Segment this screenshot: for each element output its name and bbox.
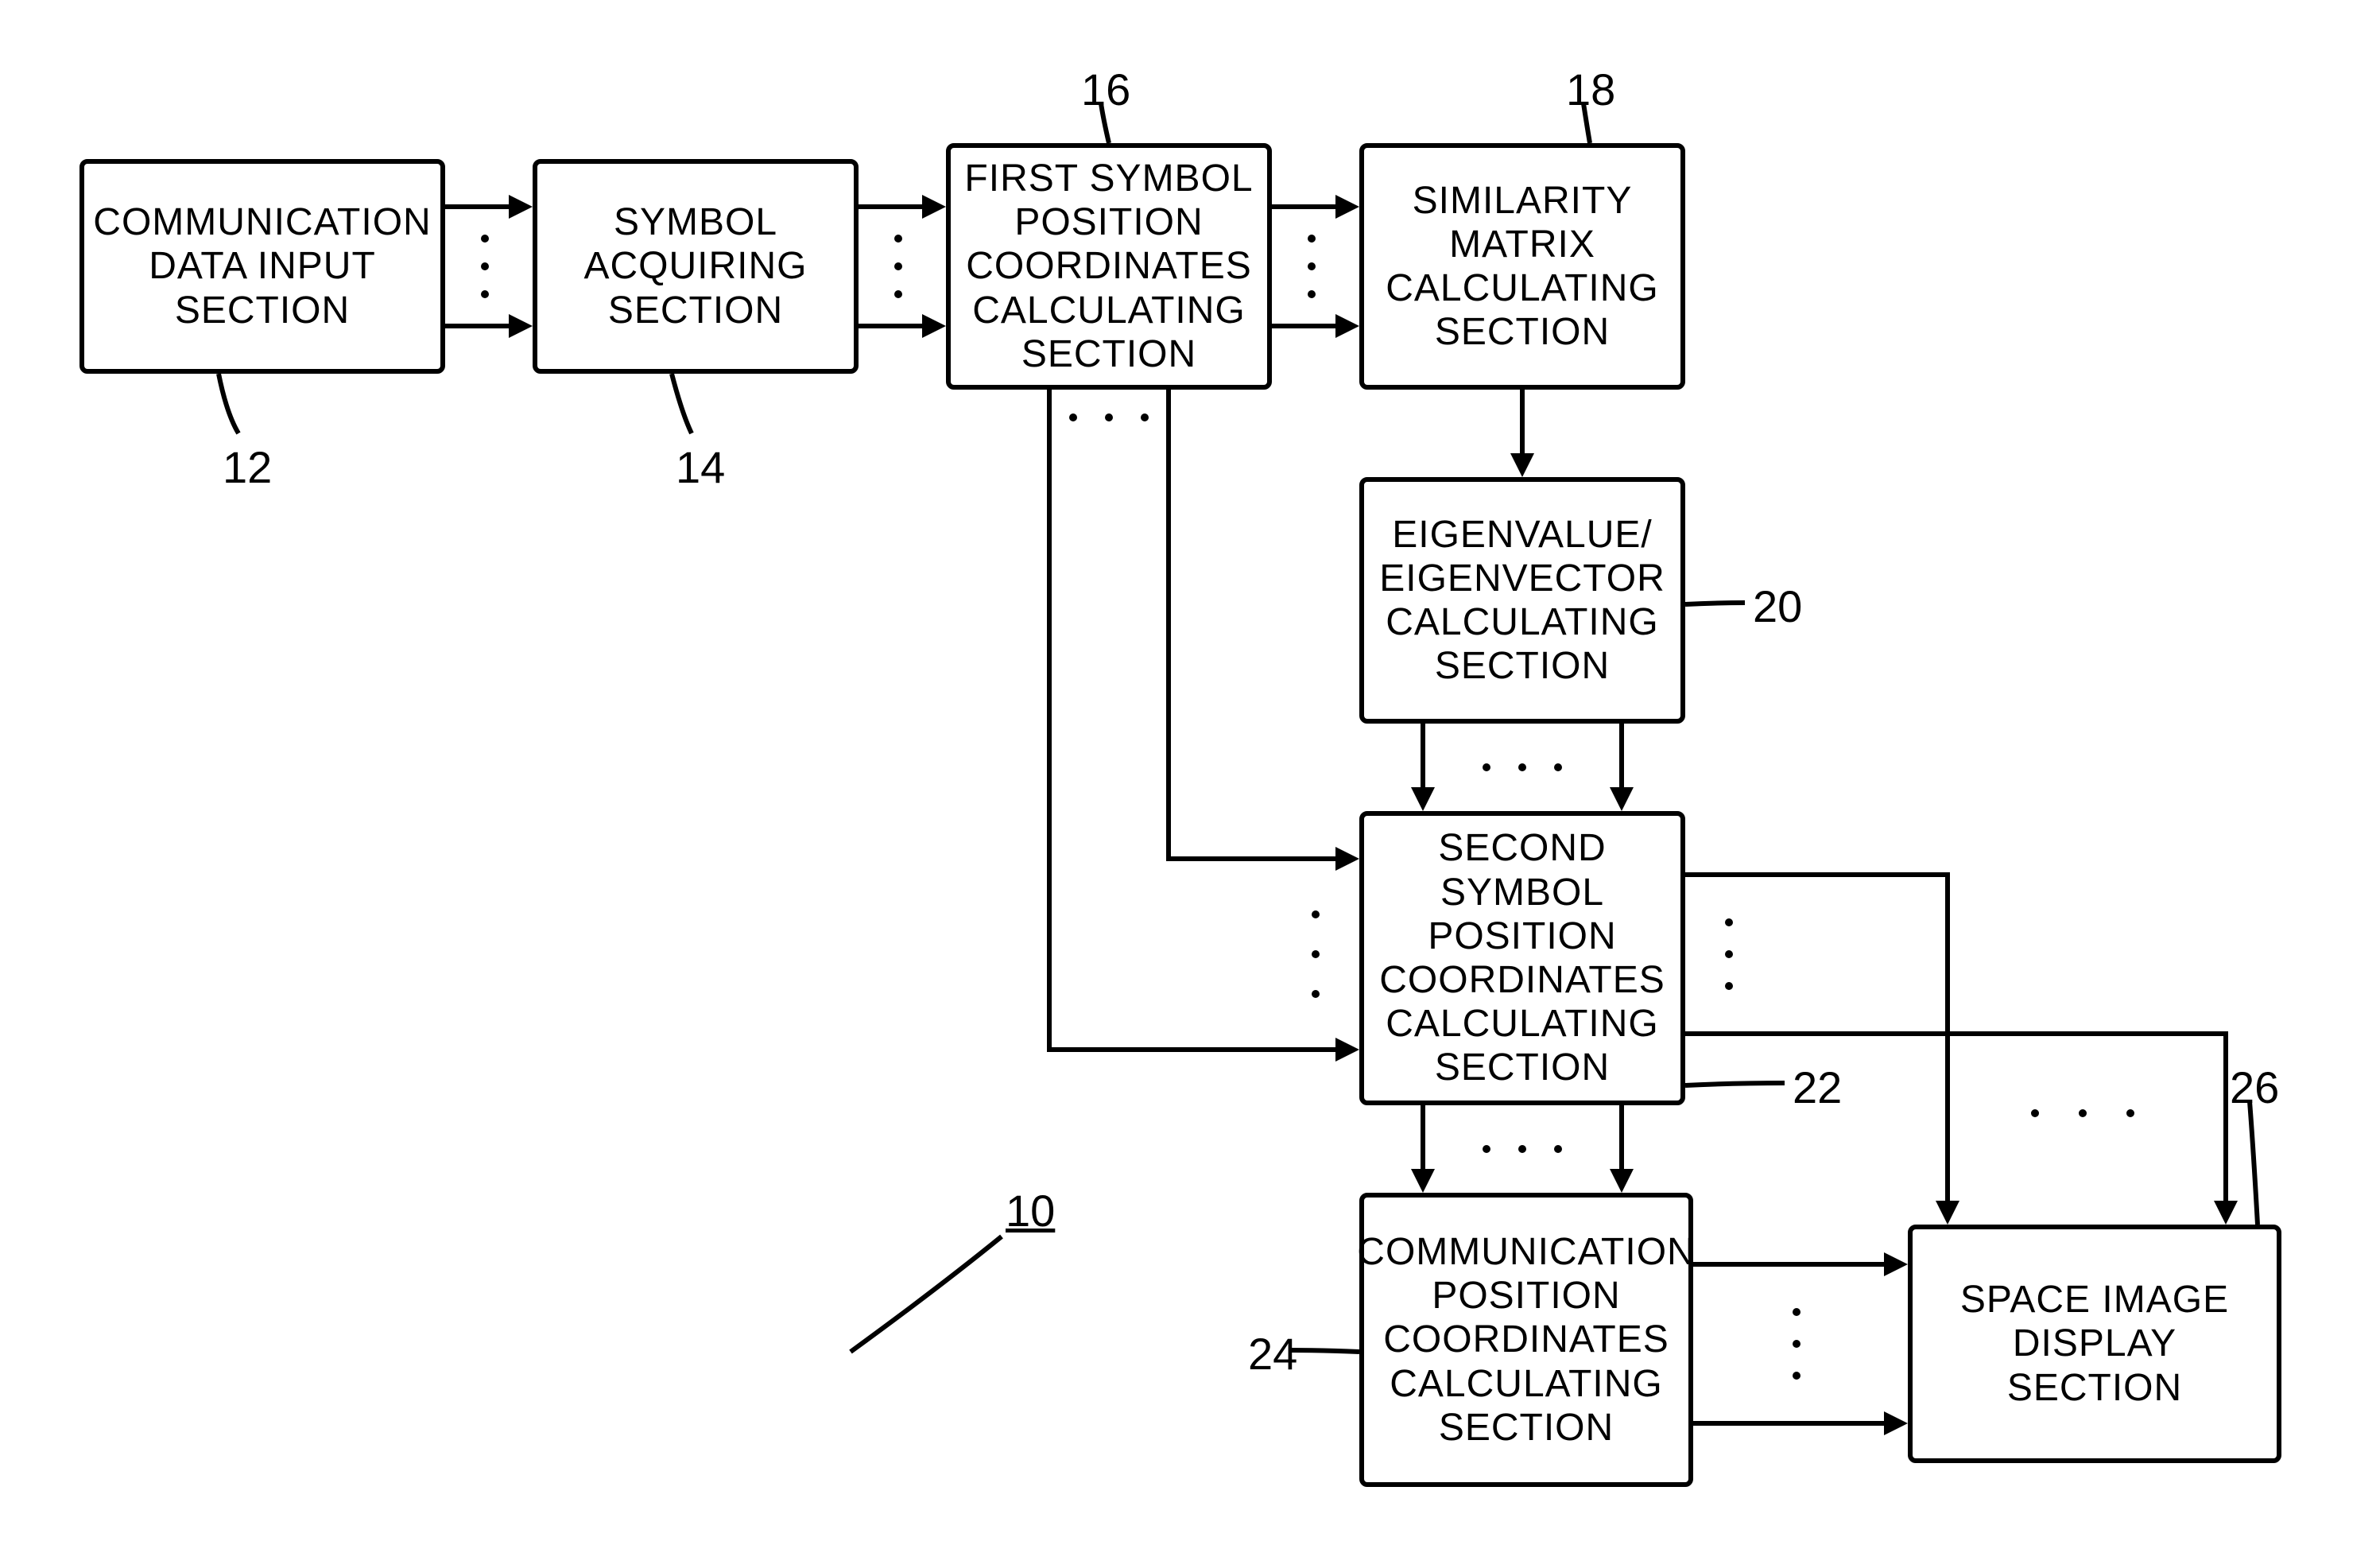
block-space-image-display: SPACE IMAGE DISPLAY SECTION: [1908, 1225, 2281, 1463]
block-similarity-matrix: SIMILARITY MATRIX CALCULATING SECTION: [1359, 143, 1685, 390]
block-16-text: FIRST SYMBOL POSITION COORDINATES CALCUL…: [964, 157, 1253, 376]
block-14-text: SYMBOL ACQUIRING SECTION: [583, 200, 807, 332]
block-communication-data-input: COMMUNICATION DATA INPUT SECTION: [79, 159, 445, 374]
label-24: 24: [1248, 1328, 1297, 1380]
label-18: 18: [1566, 64, 1615, 115]
block-18-text: SIMILARITY MATRIX CALCULATING SECTION: [1386, 179, 1659, 355]
label-12: 12: [223, 441, 272, 493]
block-second-symbol-position: SECOND SYMBOL POSITION COORDINATES CALCU…: [1359, 811, 1685, 1105]
block-12-text: COMMUNICATION DATA INPUT SECTION: [93, 200, 431, 332]
label-26: 26: [2230, 1062, 2279, 1113]
block-symbol-acquiring: SYMBOL ACQUIRING SECTION: [533, 159, 859, 374]
block-26-text: SPACE IMAGE DISPLAY SECTION: [1921, 1278, 2269, 1410]
block-24-text: COMMUNICATION POSITION COORDINATES CALCU…: [1357, 1230, 1695, 1450]
block-20-text: EIGENVALUE/ EIGENVECTOR CALCULATING SECT…: [1379, 513, 1665, 689]
label-22: 22: [1793, 1062, 1842, 1113]
label-10: 10: [1006, 1185, 1055, 1236]
block-eigenvalue-eigenvector: EIGENVALUE/ EIGENVECTOR CALCULATING SECT…: [1359, 477, 1685, 724]
label-16: 16: [1081, 64, 1130, 115]
block-22-text: SECOND SYMBOL POSITION COORDINATES CALCU…: [1379, 826, 1665, 1089]
diagram-canvas: COMMUNICATION DATA INPUT SECTION SYMBOL …: [0, 0, 2380, 1545]
label-20: 20: [1753, 580, 1802, 632]
block-communication-position-coords: COMMUNICATION POSITION COORDINATES CALCU…: [1359, 1193, 1693, 1487]
label-14: 14: [676, 441, 725, 493]
block-first-symbol-position: FIRST SYMBOL POSITION COORDINATES CALCUL…: [946, 143, 1272, 390]
